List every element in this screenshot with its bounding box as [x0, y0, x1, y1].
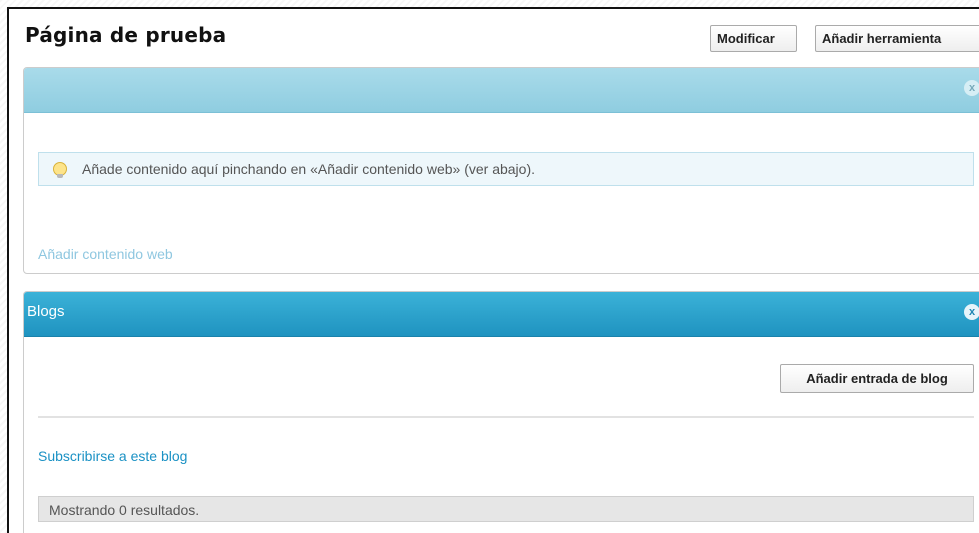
subscribe-blog-link[interactable]: Subscribirse a este blog: [38, 448, 187, 464]
results-bar: Mostrando 0 resultados.: [38, 496, 974, 522]
blogs-portlet-header: Blogs x: [24, 292, 979, 337]
page-frame: Página de prueba Modificar Añadir herram…: [7, 7, 979, 533]
web-content-portlet: x Añade contenido aquí pinchando en «Aña…: [23, 67, 979, 274]
info-message-box: Añade contenido aquí pinchando en «Añadi…: [38, 152, 974, 186]
blogs-portlet: Blogs x Añadir entrada de blog Subscribi…: [23, 291, 979, 533]
close-icon[interactable]: x: [964, 304, 979, 320]
web-content-portlet-header: x: [24, 68, 979, 113]
lightbulb-icon: [53, 162, 67, 178]
page-title: Página de prueba: [25, 23, 227, 47]
add-tool-button[interactable]: Añadir herramienta: [815, 25, 979, 52]
blogs-portlet-title: Blogs: [27, 303, 65, 320]
add-blog-entry-button[interactable]: Añadir entrada de blog: [780, 364, 974, 393]
close-icon[interactable]: x: [964, 80, 979, 96]
results-count-text: Mostrando 0 resultados.: [49, 502, 200, 518]
modify-button[interactable]: Modificar: [710, 25, 797, 52]
add-web-content-link[interactable]: Añadir contenido web: [38, 246, 173, 262]
info-message-text: Añade contenido aquí pinchando en «Añadi…: [82, 161, 535, 177]
divider: [38, 416, 974, 418]
